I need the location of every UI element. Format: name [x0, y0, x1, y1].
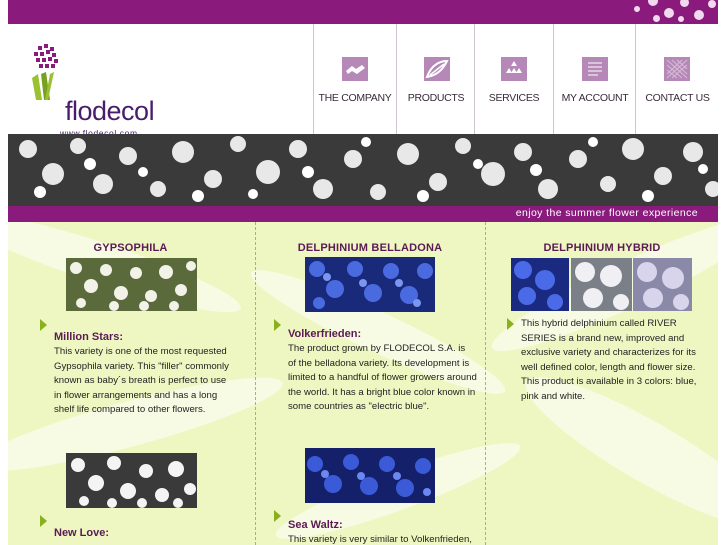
- text-line: of the belladona variety. Its developmen…: [288, 357, 470, 369]
- gypsophila-new-love-photo: [66, 453, 197, 508]
- logo-text: flodecol: [65, 96, 155, 126]
- decor-dot: [664, 8, 674, 18]
- text-line: SERIES is a brand new, improved and: [521, 332, 685, 344]
- decor-dot: [678, 16, 684, 22]
- grid-icon: [664, 57, 690, 81]
- text-line: This hybrid delphinium called RIVER: [521, 318, 677, 329]
- bullet-arrow-icon: [507, 318, 514, 330]
- text-line: limited to a handful of flower growers a…: [288, 372, 477, 384]
- tagline: enjoy the summer flower experience: [515, 207, 698, 219]
- nav-the-company[interactable]: THE COMPANY: [313, 24, 396, 134]
- nav-label: THE COMPANY: [318, 92, 392, 104]
- decor-dot: [694, 10, 704, 20]
- nav-my-account[interactable]: MY ACCOUNT: [553, 24, 636, 134]
- text-line: pink and white.: [521, 390, 585, 402]
- item-title: Million Stars:: [54, 331, 124, 343]
- sea-waltz-photo: [305, 448, 435, 503]
- bullet-arrow-icon: [274, 319, 281, 331]
- tagline-bar: enjoy the summer flower experience: [8, 206, 718, 222]
- text-line: This variety is one of the most requeste…: [54, 346, 227, 357]
- nav-label: CONTACT US: [645, 92, 710, 104]
- nav-label: PRODUCTS: [407, 92, 465, 104]
- decor-dot: [680, 0, 689, 7]
- item-description: The product grown by FLODECOL S.A. is of…: [288, 342, 488, 415]
- banner-flowers-art: [8, 134, 718, 206]
- item-title: Sea Waltz:: [288, 519, 343, 531]
- hybrid-white-photo: [571, 258, 632, 311]
- nav-label: MY ACCOUNT: [561, 92, 629, 104]
- triangles-icon: [501, 57, 527, 81]
- header: flodecol www.flodecol.com THE COMPANY PR…: [8, 24, 719, 138]
- main-content: GYPSOPHILA Million Stars: This variety i…: [8, 222, 718, 545]
- bullet-arrow-icon: [274, 510, 281, 522]
- top-bar: [8, 0, 718, 24]
- bullet-arrow-icon: [40, 319, 47, 331]
- column-title-gypsophila: GYPSOPHILA: [93, 242, 168, 254]
- item-title: New Love:: [54, 527, 110, 539]
- item-title: Volkerfrieden:: [288, 328, 362, 340]
- bullet-arrow-icon: [40, 515, 47, 527]
- text-line: This variety is very similar to Volkenfr…: [288, 534, 472, 545]
- text-line: This product is available in 3 colors: b…: [521, 376, 697, 388]
- leaf-icon: [424, 57, 450, 81]
- decor-dot: [653, 15, 660, 22]
- handshake-icon: [342, 57, 368, 81]
- gypsophila-photo: [66, 258, 197, 311]
- text-line: shelf life compared to other flowers.: [54, 404, 206, 416]
- column-title-delphinium-belladona: DELPHINIUM BELLADONA: [297, 242, 443, 254]
- item-description: This variety is very similar to Volkenfr…: [288, 533, 488, 545]
- text-line: the world. It has a bright blue color kn…: [288, 386, 476, 398]
- text-line: well defined color, length and flower si…: [521, 361, 696, 373]
- decor-dot: [708, 0, 716, 8]
- belladona-photo: [305, 257, 435, 312]
- item-description: This variety is one of the most requeste…: [54, 345, 249, 418]
- document-icon: [582, 57, 608, 81]
- text-line: some countries as "electric blue".: [288, 401, 430, 413]
- nav-contact-us[interactable]: CONTACT US: [635, 24, 719, 134]
- text-line: The product grown by FLODECOL S.A. is: [288, 343, 466, 354]
- column-divider: [255, 222, 256, 545]
- nav-services[interactable]: SERVICES: [474, 24, 553, 134]
- logo-flower-icon: [32, 44, 58, 100]
- text-line: exclusive variety and characterizes for …: [521, 347, 696, 359]
- banner-flowers-image: [8, 134, 718, 206]
- column-title-delphinium-hybrid: DELPHINIUM HYBRID: [543, 242, 661, 254]
- text-line: Gypsophila variety. This "filler" common…: [54, 360, 229, 372]
- hybrid-pink-photo: [633, 258, 692, 311]
- decor-dot: [634, 6, 640, 12]
- item-description: This hybrid delphinium called RIVER SERI…: [521, 317, 716, 405]
- hybrid-blue-photo: [511, 258, 569, 311]
- logo[interactable]: flodecol www.flodecol.com: [28, 44, 155, 139]
- nav-products[interactable]: PRODUCTS: [396, 24, 475, 134]
- text-line: in flower arrangements and has a long: [54, 389, 218, 401]
- decor-dot: [648, 0, 658, 6]
- text-line: known as baby´s breath is perfect to use: [54, 375, 227, 387]
- nav-label: SERVICES: [488, 92, 540, 104]
